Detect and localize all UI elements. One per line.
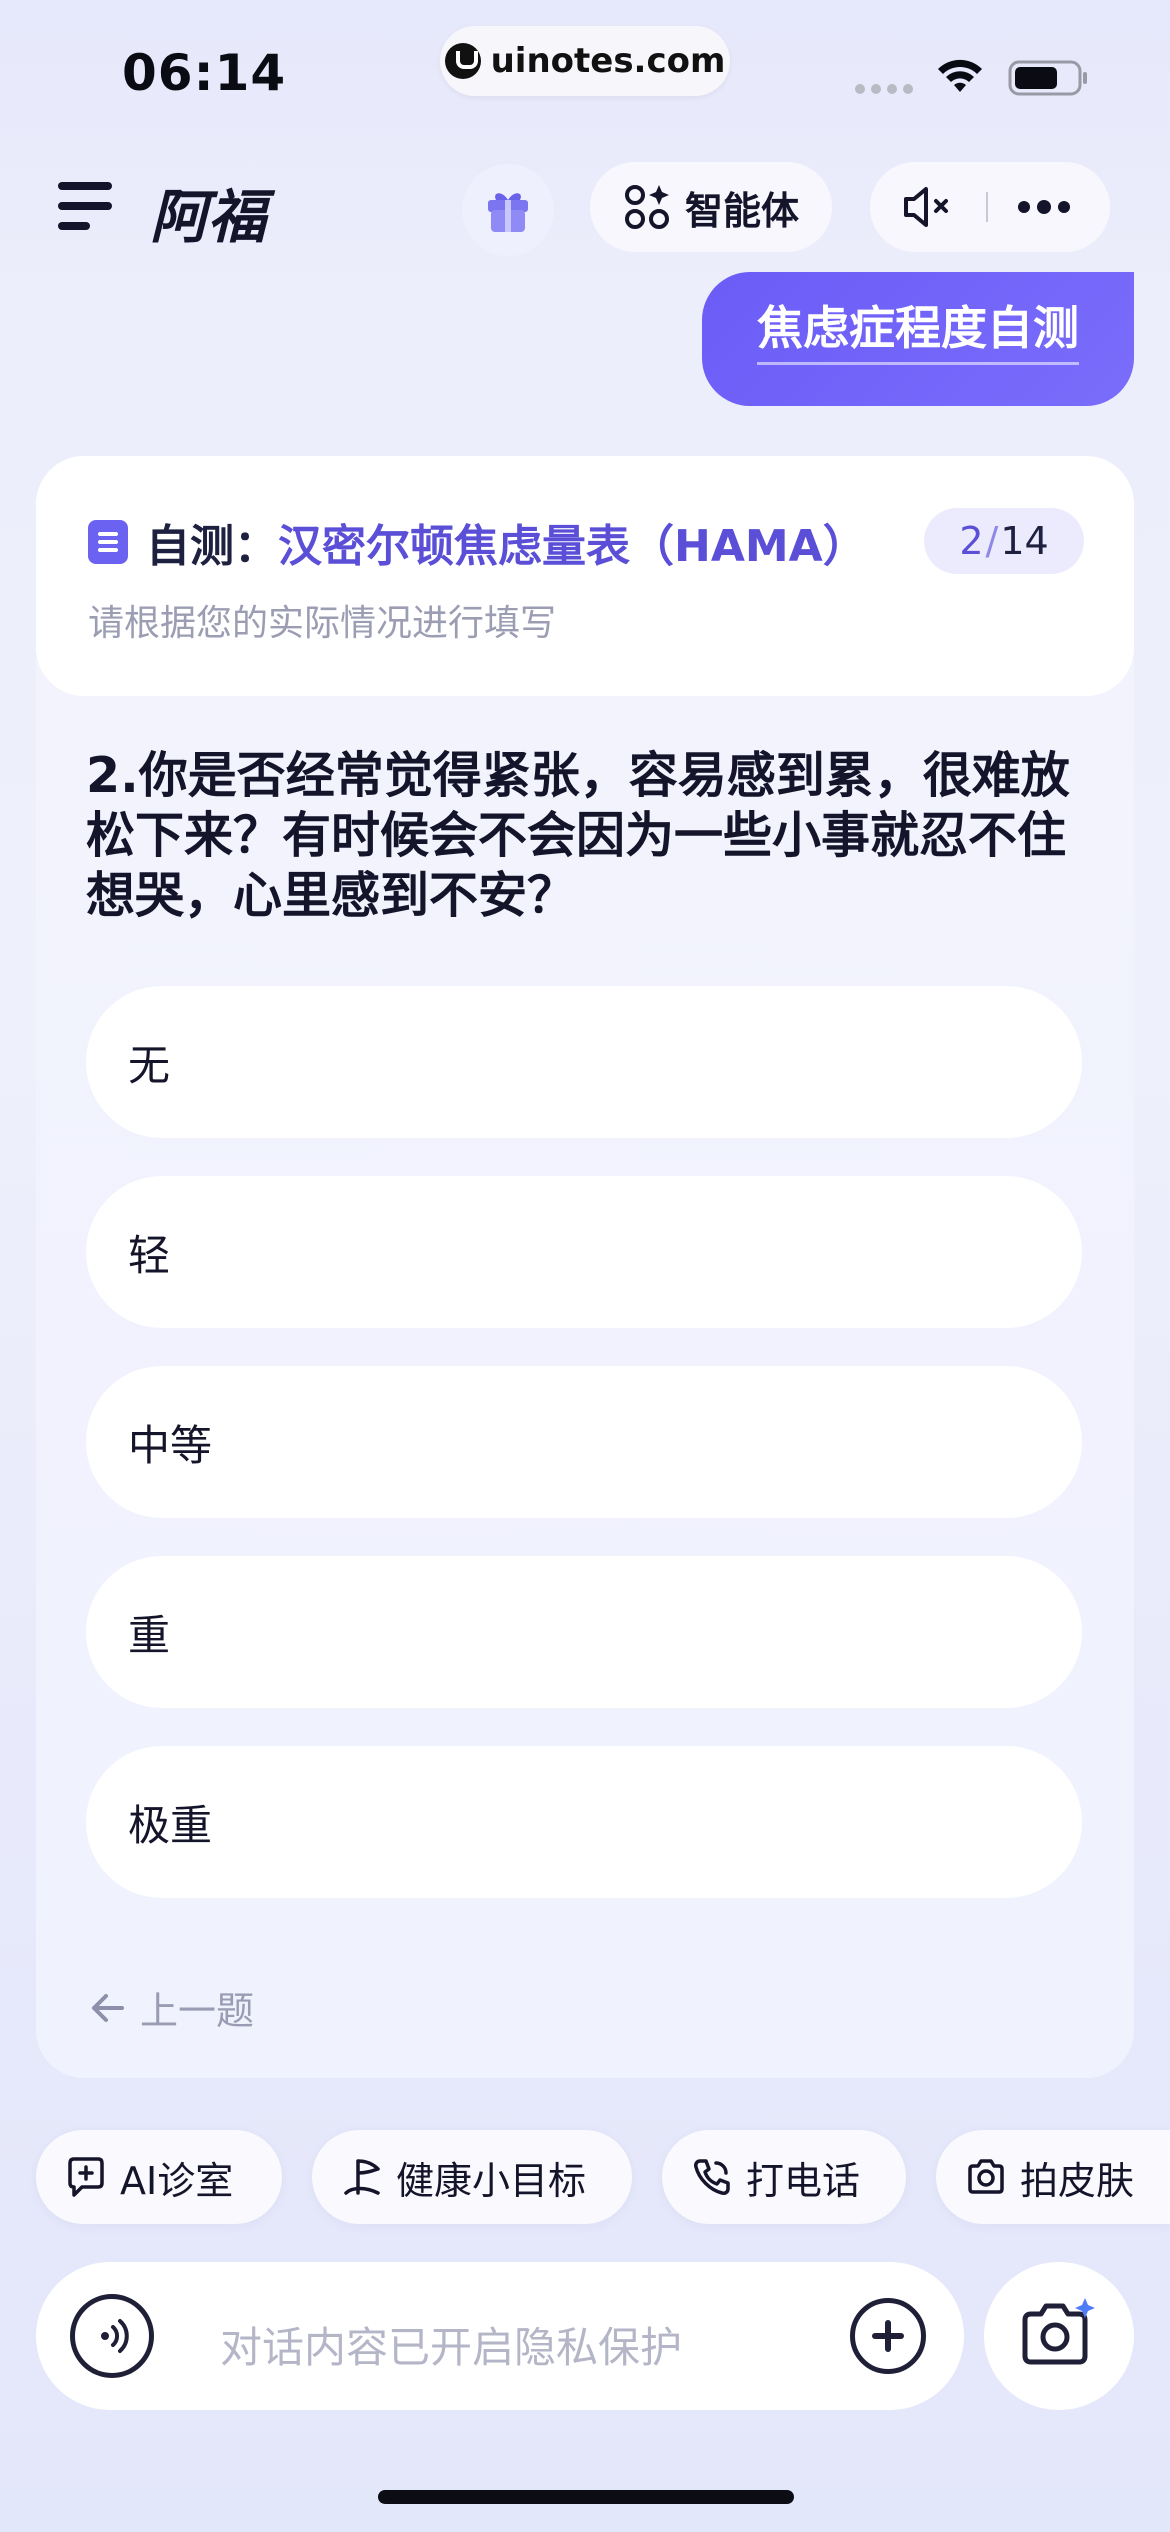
controls-pill (870, 162, 1110, 252)
previous-question-label: 上一题 (140, 1989, 255, 2033)
mute-icon[interactable] (900, 185, 960, 229)
self-test-title: 自测：汉密尔顿焦虑量表（HAMA） (146, 510, 867, 574)
chip-health-goal[interactable]: 健康小目标 (312, 2130, 632, 2224)
status-time: 06:14 (122, 44, 287, 102)
home-indicator (378, 2490, 794, 2504)
menu-icon[interactable] (58, 182, 112, 230)
chip-ai-clinic[interactable]: AI诊室 (36, 2130, 282, 2224)
battery-icon (1008, 60, 1087, 96)
chat-input[interactable]: 对话内容已开启隐私保护 (220, 2314, 682, 2375)
chip-skin-photo[interactable]: 拍皮肤 (936, 2130, 1170, 2224)
arrow-left-icon (92, 1993, 124, 2022)
wifi-icon (938, 59, 982, 92)
app-title: 阿福 (150, 183, 267, 251)
option-very-severe[interactable]: 极重 (86, 1746, 1082, 1898)
option-none[interactable]: 无 (86, 986, 1082, 1138)
camera-button[interactable] (984, 2262, 1134, 2410)
more-icon[interactable] (1016, 199, 1072, 215)
option-moderate[interactable]: 中等 (86, 1366, 1082, 1518)
gift-icon (488, 193, 528, 232)
voice-wave-icon (101, 2319, 129, 2353)
camera-sparkle-icon (1022, 2298, 1095, 2365)
document-icon (88, 520, 128, 564)
camera-icon (968, 2159, 1004, 2194)
chip-phone-call-label: 打电话 (746, 2158, 861, 2203)
user-message-bubble: 焦虑症程度自测 (702, 272, 1134, 406)
add-attachment-button[interactable] (850, 2298, 926, 2374)
voice-input-button[interactable] (70, 2294, 154, 2378)
self-test-subtitle: 请根据您的实际情况进行填写 (88, 603, 557, 644)
url-pill[interactable]: uinotes.com (440, 26, 730, 96)
option-mild[interactable]: 轻 (86, 1176, 1082, 1328)
progress-current: 2 (959, 519, 984, 563)
user-message-text: 焦虑症程度自测 (757, 292, 1079, 365)
agents-icon (624, 185, 669, 229)
question-progress-badge: 2/14 (924, 508, 1084, 574)
site-logo-icon (444, 43, 481, 79)
agent-button[interactable]: 智能体 (590, 162, 832, 252)
gift-button[interactable] (462, 164, 554, 256)
question-text: 2.你是否经常觉得紧张，容易感到累，很难放松下来？有时候会不会因为一些小事就忍不… (86, 747, 1070, 924)
progress-total: 14 (1000, 519, 1049, 563)
chip-skin-photo-label: 拍皮肤 (1020, 2158, 1135, 2203)
agent-label: 智能体 (684, 188, 799, 233)
url-text: uinotes.com (490, 41, 726, 81)
chip-ai-clinic-label: AI诊室 (120, 2158, 234, 2203)
self-test-title-name: 汉密尔顿焦虑量表（HAMA） (278, 521, 867, 572)
self-test-card-header (36, 456, 1134, 696)
phone-icon (694, 2159, 730, 2195)
self-test-title-prefix: 自测： (146, 521, 278, 572)
progress-separator: / (985, 519, 999, 563)
option-severe[interactable]: 重 (86, 1556, 1082, 1708)
cellular-signal-icon (855, 84, 913, 94)
chip-phone-call[interactable]: 打电话 (662, 2130, 906, 2224)
previous-question-button[interactable]: 上一题 (90, 1980, 254, 2035)
chip-health-goal-label: 健康小目标 (396, 2158, 587, 2203)
chat-plus-icon (68, 2157, 104, 2197)
flag-icon (344, 2159, 380, 2195)
